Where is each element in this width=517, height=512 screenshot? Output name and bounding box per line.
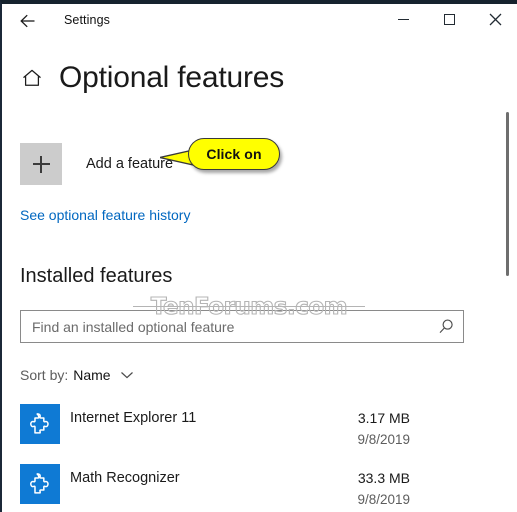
add-a-feature-label: Add a feature: [86, 156, 174, 172]
scrollbar-thumb[interactable]: [506, 112, 509, 276]
sort-by-value: Name: [73, 367, 111, 383]
close-button[interactable]: [472, 4, 517, 35]
feature-date: 9/8/2019: [357, 492, 410, 507]
page-title: Optional features: [59, 61, 285, 94]
close-icon: [489, 13, 501, 26]
minimize-button[interactable]: [380, 4, 426, 35]
sort-by-label: Sort by:: [20, 367, 69, 383]
plus-icon: [20, 143, 62, 185]
watermark-rule: [133, 306, 365, 308]
puzzle-piece-icon: [20, 404, 60, 444]
add-a-feature-button[interactable]: Add a feature: [20, 143, 173, 185]
list-item[interactable]: Internet Explorer 11 3.17 MB 9/8/2019: [2, 398, 472, 458]
magnifier-glyph: [439, 319, 453, 333]
feature-name: Math Recognizer: [70, 470, 180, 486]
callout-text: Click on: [206, 146, 262, 162]
see-optional-feature-history-link[interactable]: See optional feature history: [20, 207, 190, 223]
search-input[interactable]: [32, 311, 432, 342]
maximize-button[interactable]: [426, 4, 472, 35]
callout-bubble: [188, 138, 280, 170]
page-header: Optional features: [2, 56, 472, 100]
maximize-icon: [443, 14, 455, 25]
feature-date: 9/8/2019: [357, 432, 410, 447]
feature-size: 3.17 MB: [357, 410, 410, 426]
puzzle-piece-icon: [20, 464, 60, 504]
minimize-icon: [397, 19, 409, 20]
callout-tail-icon: [160, 147, 203, 168]
sort-by-dropdown[interactable]: Sort by: Name: [20, 364, 134, 386]
puzzle-glyph: [30, 413, 49, 434]
back-button[interactable]: [10, 6, 48, 36]
list-item[interactable]: Math Recognizer 33.3 MB 9/8/2019: [2, 458, 472, 512]
back-arrow-icon: [20, 14, 35, 28]
chevron-down-icon: [120, 368, 134, 382]
puzzle-glyph: [30, 473, 49, 494]
installed-features-list: Internet Explorer 11 3.17 MB 9/8/2019 Ma…: [2, 398, 472, 512]
home-glyph: [23, 69, 41, 86]
feature-name: Internet Explorer 11: [70, 410, 197, 426]
home-icon[interactable]: [20, 66, 44, 90]
settings-window: Settings Optional features Add a feature…: [0, 0, 517, 512]
installed-features-heading: Installed features: [20, 265, 173, 287]
search-box[interactable]: [20, 310, 464, 343]
feature-size: 33.3 MB: [357, 470, 410, 486]
window-title: Settings: [64, 13, 110, 27]
scrollbar[interactable]: [500, 36, 516, 512]
search-icon[interactable]: [437, 318, 455, 336]
chevron-down-glyph: [120, 372, 133, 379]
title-bar: Settings: [2, 4, 517, 36]
click-on-callout: Click on: [160, 136, 282, 178]
